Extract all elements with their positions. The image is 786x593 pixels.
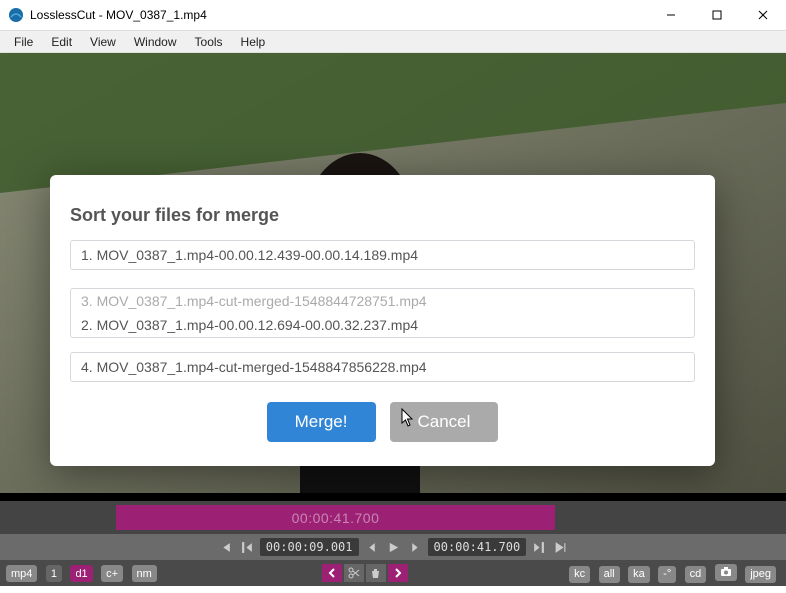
status-mid: [322, 564, 408, 582]
titlebar: LosslessCut - MOV_0387_1.mp4: [0, 0, 786, 31]
timeline[interactable]: 00:00:41.700: [0, 501, 786, 534]
cut-start-timecode[interactable]: 00:00:09.001: [260, 538, 359, 556]
playback-controls: 00:00:09.001 00:00:41.700: [0, 534, 786, 560]
app-icon: [8, 7, 24, 23]
chip-jpeg[interactable]: jpeg: [745, 566, 776, 583]
next-seg-icon[interactable]: [388, 564, 408, 582]
chip-kc[interactable]: kc: [569, 566, 590, 583]
cut-end-timecode[interactable]: 00:00:41.700: [428, 538, 527, 556]
menu-file[interactable]: File: [6, 33, 41, 51]
divider: [0, 493, 786, 501]
set-start-icon[interactable]: [238, 540, 257, 555]
status-bar: mp4 1 d1 c+ nm kc all ka -° cd jpeg: [0, 560, 786, 586]
merge-sort-dialog: Sort your files for merge 1. MOV_0387_1.…: [50, 175, 715, 466]
merge-file-item[interactable]: 1. MOV_0387_1.mp4-00.00.12.439-00.00.14.…: [70, 240, 695, 270]
window-title: LosslessCut - MOV_0387_1.mp4: [30, 8, 207, 22]
menu-view[interactable]: View: [82, 33, 124, 51]
status-left: mp4 1 d1 c+ nm: [6, 564, 161, 583]
merge-file-group: 3. MOV_0387_1.mp4-cut-merged-15488447287…: [70, 288, 695, 338]
chip-ka[interactable]: ka: [628, 566, 650, 583]
timeline-segment[interactable]: 00:00:41.700: [116, 505, 555, 530]
video-preview: Sort your files for merge 1. MOV_0387_1.…: [0, 53, 786, 493]
chip-rotation[interactable]: -°: [658, 566, 676, 583]
menu-tools[interactable]: Tools: [187, 33, 231, 51]
prev-seg-icon[interactable]: [322, 564, 342, 582]
play-icon[interactable]: [384, 540, 403, 555]
chip-format[interactable]: mp4: [6, 565, 37, 582]
chip-nm[interactable]: nm: [132, 565, 157, 582]
merge-file-item[interactable]: 4. MOV_0387_1.mp4-cut-merged-15488478562…: [70, 352, 695, 382]
menu-edit[interactable]: Edit: [43, 33, 80, 51]
minimize-button[interactable]: [648, 0, 694, 30]
set-end-icon[interactable]: [529, 540, 548, 555]
cancel-button[interactable]: Cancel: [390, 402, 499, 442]
chip-segcount[interactable]: 1: [46, 565, 62, 582]
step-fwd-icon[interactable]: [406, 540, 425, 555]
trash-icon[interactable]: [366, 564, 386, 582]
dialog-heading: Sort your files for merge: [70, 205, 695, 226]
merge-button[interactable]: Merge!: [267, 402, 376, 442]
close-button[interactable]: [740, 0, 786, 30]
scissors-icon[interactable]: [344, 564, 364, 582]
maximize-button[interactable]: [694, 0, 740, 30]
merge-file-item-dragging[interactable]: 3. MOV_0387_1.mp4-cut-merged-15488447287…: [71, 289, 694, 313]
status-right: kc all ka -° cd jpeg: [569, 564, 780, 583]
skip-prev-icon[interactable]: [216, 540, 235, 555]
menubar: File Edit View Window Tools Help: [0, 31, 786, 53]
step-back-icon[interactable]: [362, 540, 381, 555]
menu-help[interactable]: Help: [233, 33, 274, 51]
menu-window[interactable]: Window: [126, 33, 185, 51]
chip-all[interactable]: all: [599, 566, 620, 583]
chip-d1[interactable]: d1: [70, 565, 92, 582]
camera-icon[interactable]: [715, 564, 737, 581]
skip-next-icon[interactable]: [551, 540, 570, 555]
chip-cplus[interactable]: c+: [101, 565, 123, 582]
merge-file-item[interactable]: 2. MOV_0387_1.mp4-00.00.12.694-00.00.32.…: [71, 313, 694, 337]
chip-cd[interactable]: cd: [685, 566, 707, 583]
